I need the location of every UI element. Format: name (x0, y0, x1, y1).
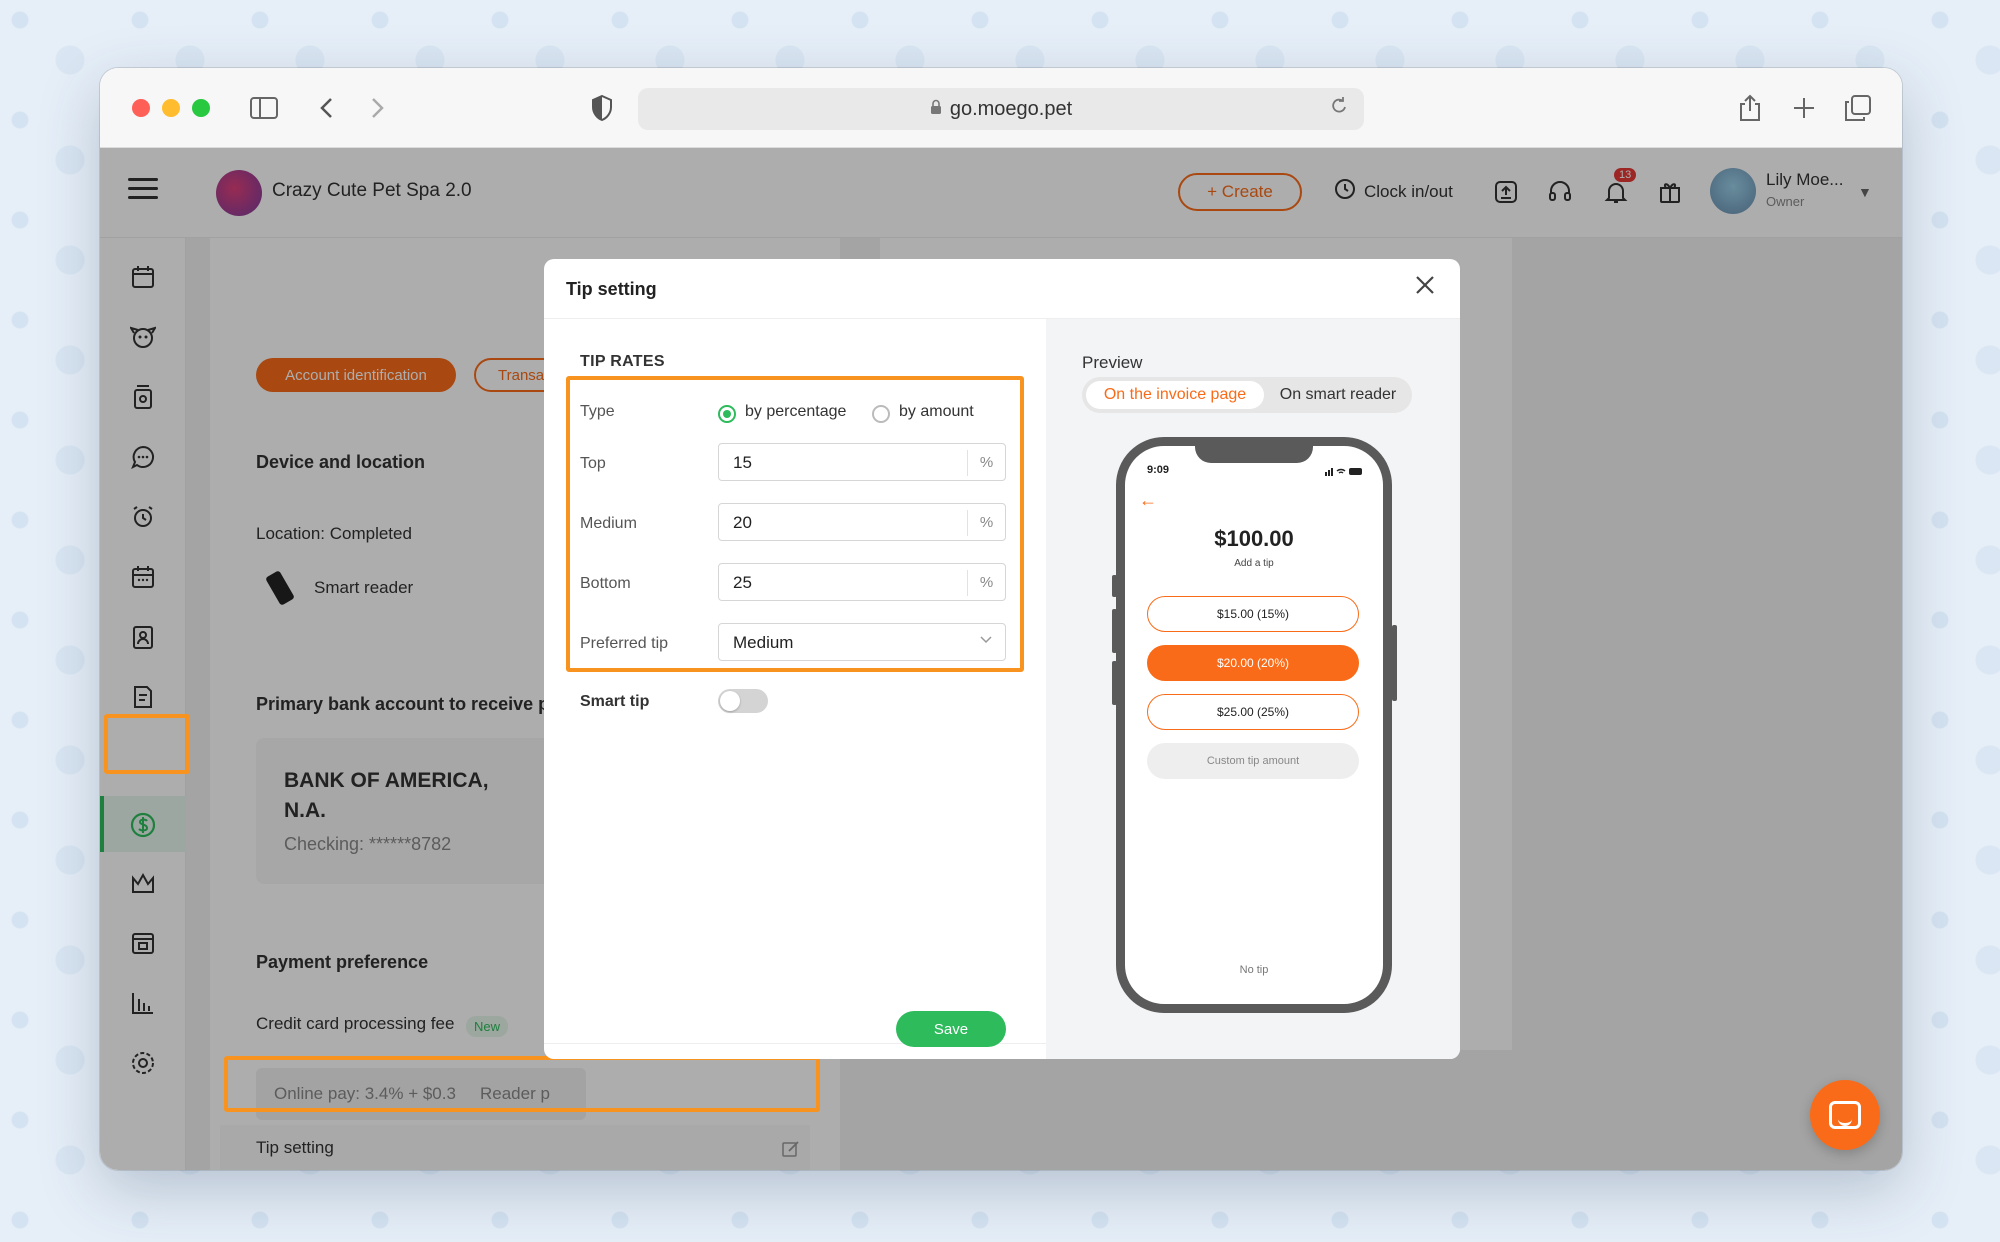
phone-subtitle: Add a tip (1234, 558, 1274, 569)
phone-amount: $100.00 (1214, 526, 1294, 551)
minimize-window-button[interactable] (162, 99, 180, 117)
phone-notch (1195, 437, 1313, 463)
maximize-window-button[interactable] (192, 99, 210, 117)
sidebar-toggle-icon[interactable] (246, 90, 282, 126)
url-text: go.moego.pet (949, 97, 1073, 120)
close-icon[interactable] (1410, 273, 1440, 303)
phone-tip-option: $15.00 (15%) (1147, 596, 1359, 632)
tab-on-invoice-page[interactable]: On the invoice page (1086, 381, 1264, 409)
close-window-button[interactable] (132, 99, 150, 117)
address-bar[interactable]: go.moego.pet (638, 88, 1364, 130)
reload-icon[interactable] (1330, 96, 1348, 122)
modal-title: Tip setting (566, 279, 657, 299)
top-nav-dim (100, 148, 1902, 238)
phone-tip-option-selected: $20.00 (20%) (1147, 645, 1359, 681)
phone-status-icons (1325, 466, 1363, 479)
browser-window: go.moego.pet Account identification Tran… (100, 68, 1902, 1170)
save-button[interactable]: Save (896, 1011, 1006, 1047)
phone-no-tip: No tip (1239, 964, 1269, 976)
smart-tip-label: Smart tip (580, 693, 650, 710)
tip-rates-heading: TIP RATES (580, 353, 665, 370)
phone-custom-tip: Custom tip amount (1147, 743, 1359, 779)
share-icon[interactable] (1732, 90, 1768, 126)
chat-bubble-icon (1829, 1101, 1861, 1129)
phone-time: 9:09 (1147, 464, 1170, 476)
phone-side-button (1392, 625, 1397, 701)
chat-support-button[interactable] (1810, 1080, 1880, 1150)
forward-arrow-icon[interactable] (360, 90, 396, 126)
browser-titlebar: go.moego.pet (100, 68, 1902, 148)
new-tab-icon[interactable] (1786, 90, 1822, 126)
preview-label: Preview (1082, 353, 1143, 372)
tabs-overview-icon[interactable] (1840, 90, 1876, 126)
smart-tip-toggle[interactable] (718, 689, 768, 713)
modal-header: Tip setting (544, 259, 1460, 319)
back-arrow-icon: ← (1139, 490, 1157, 510)
phone-tip-option: $25.00 (25%) (1147, 694, 1359, 730)
shield-icon[interactable] (584, 90, 620, 126)
back-arrow-icon[interactable] (308, 90, 344, 126)
tab-on-smart-reader[interactable]: On smart reader (1264, 381, 1412, 409)
phone-preview: 9:09 ← $100.00 Add a tip $15.00 (15%) $2… (1116, 437, 1392, 1013)
sidebar-dollar-highlight (104, 714, 190, 774)
preview-tabs: On the invoice page On smart reader (1082, 377, 1412, 413)
lock-icon (930, 98, 942, 121)
tip-rates-highlight (566, 376, 1024, 672)
preview-panel: Preview On the invoice page On smart rea… (1046, 319, 1460, 1059)
tip-setting-highlight (224, 1056, 820, 1112)
